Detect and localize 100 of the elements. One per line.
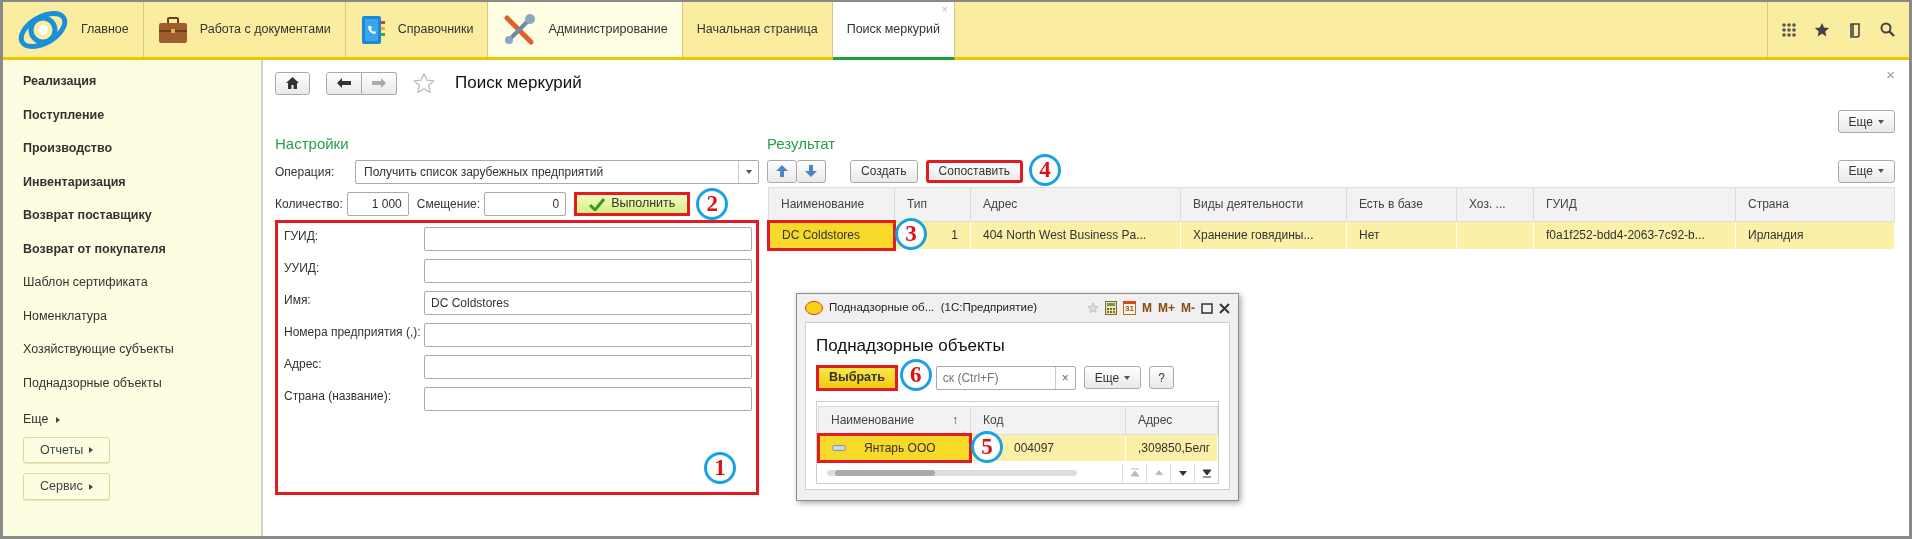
sidebar-item[interactable]: Номенклатура: [23, 302, 107, 336]
table-cell-text: 1: [951, 227, 958, 245]
field-label: Количество:: [275, 195, 343, 213]
sidebar-item[interactable]: Поднадзорные объекты: [23, 369, 162, 403]
field-label: Смещение:: [416, 195, 481, 213]
column-header[interactable]: Виды деятельности: [1180, 187, 1347, 221]
sidebar-item[interactable]: Реализация: [23, 68, 97, 102]
match-button[interactable]: Сопоставить: [925, 159, 1023, 183]
sort-arrow: ↑: [952, 411, 958, 429]
page-tab[interactable]: Начальная страница: [682, 2, 833, 57]
dialog-heading: Поднадзорные объекты: [816, 335, 1006, 357]
caret-icon: [745, 169, 752, 174]
table-row[interactable]: DC Coldstores 3 1 404 North West Business Pa... Хранение говядины... Нет f0a1f252-bdd4-2063-7c92-b... Ирландия: [768, 221, 1895, 249]
move-up-button[interactable]: [767, 159, 797, 183]
column-header[interactable]: ГУИД: [1533, 187, 1736, 221]
app-logo-icon: [805, 301, 823, 315]
table-cell: Нет: [1359, 228, 1380, 243]
column-header[interactable]: Адрес: [970, 187, 1181, 221]
section-tab[interactable]: Администрирование: [488, 2, 683, 57]
down-arrow-icon: [805, 165, 817, 177]
sidebar-item[interactable]: Шаблон сертификата: [23, 269, 148, 303]
caret-icon: [56, 416, 61, 423]
wrench-screwdriver-icon: [502, 12, 537, 47]
briefcase-icon: [157, 15, 188, 44]
table-cell: 404 North West Business Pa...: [983, 228, 1147, 243]
text-field[interactable]: DC Coldstores: [424, 290, 752, 315]
calendar-button[interactable]: 31: [1123, 301, 1136, 315]
sidebar-item[interactable]: Возврат поставщику: [23, 202, 152, 236]
star-icon[interactable]: [1814, 21, 1830, 38]
back-button[interactable]: [326, 71, 362, 95]
caret-icon: [89, 446, 94, 453]
star-icon[interactable]: [1087, 302, 1100, 314]
sidebar-more-link[interactable]: Еще: [23, 403, 261, 437]
text-field[interactable]: [424, 226, 752, 251]
search-icon[interactable]: [1880, 22, 1895, 37]
section-tab[interactable]: Главное: [3, 2, 144, 57]
section-tab[interactable]: Справочники: [345, 2, 489, 57]
column-header[interactable]: Наименование ↑: [818, 406, 971, 434]
execute-button[interactable]: Выполнить: [574, 191, 691, 216]
select-button[interactable]: Выбрать: [816, 364, 898, 391]
sidebar-item[interactable]: Производство: [23, 135, 113, 169]
home-button[interactable]: [275, 71, 310, 95]
sidebar-item[interactable]: Хозяйствующие субъекты: [23, 336, 174, 370]
text-field[interactable]: [424, 258, 752, 283]
table-cell: ,309850,Белг: [1138, 440, 1211, 455]
column-header[interactable]: Адрес: [1125, 406, 1218, 434]
column-header[interactable]: Страна: [1735, 187, 1895, 221]
star-outline-icon[interactable]: [413, 72, 435, 94]
table-cell: 004097: [1014, 440, 1055, 455]
clear-button[interactable]: ×: [1054, 366, 1075, 389]
operation-dropdown[interactable]: Получить список зарубежных предприятий: [355, 159, 759, 184]
calculator-icon[interactable]: [1105, 301, 1118, 315]
memory-button[interactable]: M+: [1158, 299, 1175, 317]
column-header[interactable]: Наименование: [768, 187, 895, 221]
column-header[interactable]: Есть в базе: [1346, 187, 1457, 221]
sidebar-item[interactable]: Возврат от покупателя: [23, 235, 166, 269]
home-icon: [286, 77, 299, 89]
more-button[interactable]: Еще: [1083, 366, 1142, 389]
field-label: Адрес:: [284, 355, 322, 372]
text-field[interactable]: [424, 322, 752, 347]
column-header[interactable]: Тип: [894, 187, 971, 221]
close-icon[interactable]: [1219, 302, 1230, 314]
field-label: Страна (название):: [284, 387, 392, 404]
section-tab[interactable]: Работа с документами: [143, 2, 346, 57]
create-button[interactable]: Создать: [850, 159, 918, 183]
text-field[interactable]: [424, 354, 752, 379]
field-label: Номера предприятия (,):: [284, 323, 421, 340]
up-arrow-icon: [776, 165, 788, 177]
table-cell: Янтарь ООО: [864, 440, 936, 455]
field-label: Операция:: [275, 164, 336, 180]
callout-number: 1: [704, 451, 736, 484]
memory-button[interactable]: M: [1142, 299, 1152, 317]
maximize-icon[interactable]: [1201, 302, 1213, 314]
first-page-icon[interactable]: [1129, 467, 1140, 478]
item-icon: [832, 445, 846, 452]
move-down-button[interactable]: [797, 159, 826, 183]
search-field[interactable]: ск (Ctrl+F) ×: [935, 365, 1076, 390]
more-button[interactable]: Еще: [1837, 159, 1895, 183]
quantity-field[interactable]: 1 000: [346, 191, 409, 216]
sidebar-item[interactable]: Инвентаризация: [23, 168, 126, 202]
sidebar-button[interactable]: Сервис: [23, 473, 110, 500]
caret-icon: [1878, 119, 1884, 124]
offset-field[interactable]: 0: [484, 191, 567, 216]
caret-icon: [1878, 169, 1884, 173]
page-tab[interactable]: Поиск меркурий ×: [832, 2, 955, 60]
caret-icon: [88, 483, 93, 490]
callout-number: 4: [1029, 153, 1061, 186]
table-row[interactable]: Янтарь ООО 5 004097 ,309850,Белг: [818, 434, 1218, 461]
text-field[interactable]: [424, 386, 752, 411]
field-label: УУИД:: [284, 259, 320, 276]
help-button[interactable]: ?: [1149, 366, 1174, 389]
more-button[interactable]: Еще: [1837, 110, 1895, 133]
memory-button[interactable]: M-: [1181, 299, 1195, 317]
column-header[interactable]: Хоз. ...: [1456, 187, 1534, 221]
last-page-icon[interactable]: [1201, 467, 1212, 478]
apps-grid-icon[interactable]: [1782, 22, 1796, 37]
sidebar-button[interactable]: Отчеты: [23, 436, 111, 464]
section-heading: Результат: [767, 134, 837, 154]
sidebar-item[interactable]: Поступление: [23, 101, 105, 135]
column-header[interactable]: Код: [970, 406, 1126, 434]
